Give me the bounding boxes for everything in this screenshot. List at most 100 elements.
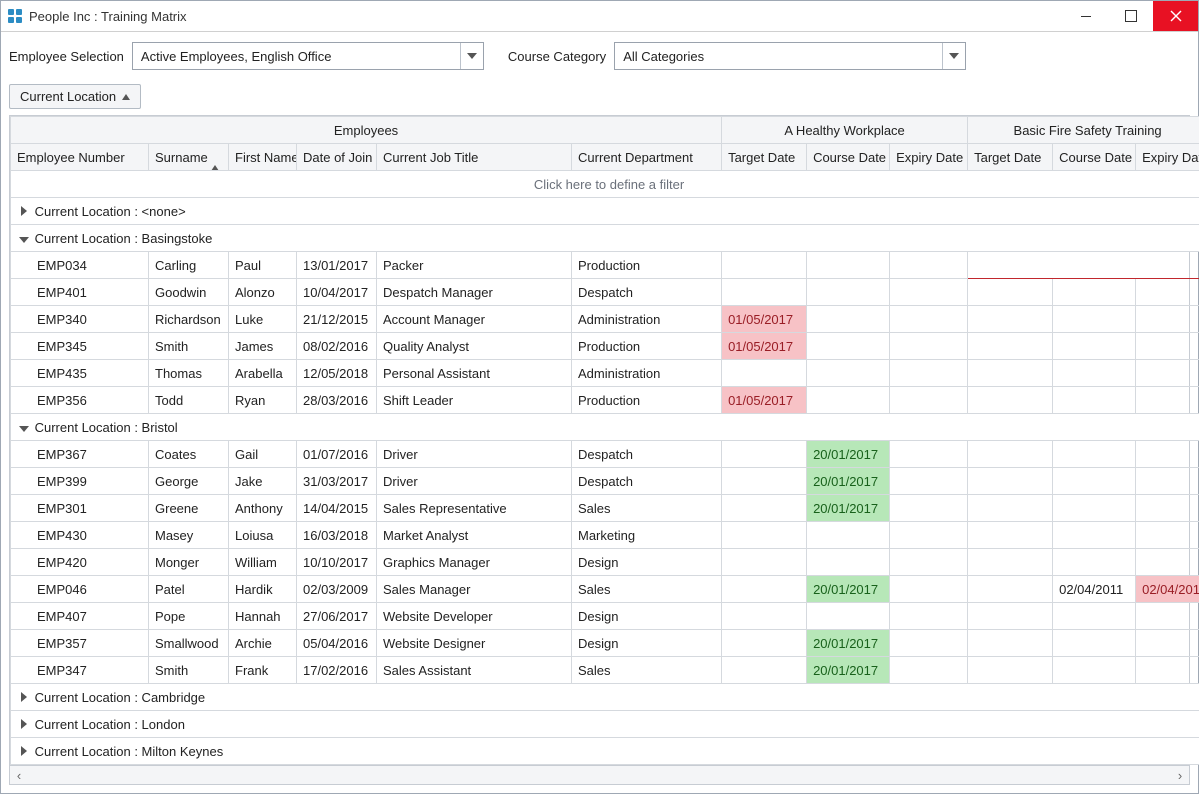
cell-expiry1[interactable] xyxy=(890,630,968,657)
cell-doj[interactable]: 14/04/2015 xyxy=(297,495,377,522)
table-row[interactable]: EMP345SmithJames08/02/2016Quality Analys… xyxy=(11,333,1199,360)
cell-firstname[interactable]: Archie xyxy=(229,630,297,657)
cell-doj[interactable]: 10/04/2017 xyxy=(297,279,377,306)
cell-firstname[interactable]: Anthony xyxy=(229,495,297,522)
cell-course1[interactable] xyxy=(807,306,890,333)
training-matrix-grid[interactable]: Employees A Healthy Workplace Basic Fire… xyxy=(9,115,1190,785)
cell-course1[interactable]: 20/01/2017 xyxy=(807,441,890,468)
col-first[interactable]: First Name xyxy=(229,144,297,171)
cell-course1[interactable] xyxy=(807,387,890,414)
cell-dept[interactable]: Administration xyxy=(572,306,722,333)
cell-firstname[interactable]: Jake xyxy=(229,468,297,495)
cell-expiry1[interactable] xyxy=(890,360,968,387)
cell-target1[interactable] xyxy=(722,522,807,549)
cell-surname[interactable]: Patel xyxy=(149,576,229,603)
cell-expiry1[interactable] xyxy=(890,603,968,630)
cell-surname[interactable]: Smith xyxy=(149,333,229,360)
cell-emp-no[interactable]: EMP357 xyxy=(11,630,149,657)
cell-doj[interactable]: 17/02/2016 xyxy=(297,657,377,684)
col-target2[interactable]: Target Date xyxy=(968,144,1053,171)
cell-expiry1[interactable] xyxy=(890,549,968,576)
cell-target2[interactable] xyxy=(968,360,1053,387)
cell-course2[interactable] xyxy=(1053,468,1136,495)
cell-expiry2[interactable] xyxy=(1136,549,1199,576)
cell-emp-no[interactable]: EMP356 xyxy=(11,387,149,414)
cell-doj[interactable]: 13/01/2017 xyxy=(297,252,377,279)
cell-surname[interactable]: George xyxy=(149,468,229,495)
scroll-right-icon[interactable]: › xyxy=(1171,766,1189,784)
cell-target1[interactable] xyxy=(722,576,807,603)
cell-course2[interactable] xyxy=(1053,630,1136,657)
cell-firstname[interactable]: Hannah xyxy=(229,603,297,630)
cell-expiry2[interactable] xyxy=(1136,306,1199,333)
cell-doj[interactable]: 16/03/2018 xyxy=(297,522,377,549)
cell-target2[interactable] xyxy=(968,657,1053,684)
cell-course1[interactable] xyxy=(807,522,890,549)
cell-dept[interactable]: Production xyxy=(572,387,722,414)
cell-course1[interactable] xyxy=(807,279,890,306)
collapse-icon[interactable] xyxy=(17,231,31,246)
group-row[interactable]: Current Location : <none> xyxy=(11,198,1199,225)
table-row[interactable]: EMP301GreeneAnthony14/04/2015Sales Repre… xyxy=(11,495,1199,522)
cell-expiry2[interactable] xyxy=(1136,495,1199,522)
cell-course2[interactable] xyxy=(1053,522,1136,549)
cell-surname[interactable]: Coates xyxy=(149,441,229,468)
cell-doj[interactable]: 05/04/2016 xyxy=(297,630,377,657)
cell-expiry2[interactable] xyxy=(1136,522,1199,549)
cell-course2[interactable] xyxy=(1053,306,1136,333)
cell-emp-no[interactable]: EMP034 xyxy=(11,252,149,279)
horizontal-scrollbar[interactable]: ‹ › xyxy=(10,765,1189,784)
cell-course1[interactable] xyxy=(807,603,890,630)
cell-target2[interactable] xyxy=(968,549,1053,576)
cell-doj[interactable]: 28/03/2016 xyxy=(297,387,377,414)
minimize-button[interactable] xyxy=(1063,1,1108,31)
cell-target2[interactable] xyxy=(968,576,1053,603)
col-dept[interactable]: Current Department xyxy=(572,144,722,171)
cell-dept[interactable]: Despatch xyxy=(572,441,722,468)
cell-dept[interactable]: Sales xyxy=(572,657,722,684)
cell-emp-no[interactable]: EMP301 xyxy=(11,495,149,522)
cell-expiry1[interactable] xyxy=(890,522,968,549)
cell-job[interactable]: Packer xyxy=(377,252,572,279)
chevron-down-icon[interactable] xyxy=(460,43,483,69)
filter-row[interactable]: Click here to define a filter xyxy=(11,171,1199,198)
cell-dept[interactable]: Design xyxy=(572,603,722,630)
cell-job[interactable]: Despatch Manager xyxy=(377,279,572,306)
cell-job[interactable]: Sales Manager xyxy=(377,576,572,603)
cell-course2[interactable] xyxy=(1053,333,1136,360)
cell-surname[interactable]: Thomas xyxy=(149,360,229,387)
chevron-down-icon[interactable] xyxy=(942,43,965,69)
cell-target2[interactable] xyxy=(968,522,1053,549)
cell-emp-no[interactable]: EMP420 xyxy=(11,549,149,576)
cell-job[interactable]: Website Developer xyxy=(377,603,572,630)
cell-dept[interactable]: Sales xyxy=(572,576,722,603)
cell-job[interactable]: Personal Assistant xyxy=(377,360,572,387)
cell-dept[interactable]: Production xyxy=(572,252,722,279)
col-expiry2[interactable]: Expiry Date xyxy=(1136,144,1199,171)
cell-firstname[interactable]: Hardik xyxy=(229,576,297,603)
cell-emp-no[interactable]: EMP399 xyxy=(11,468,149,495)
table-row[interactable]: EMP046PatelHardik02/03/2009Sales Manager… xyxy=(11,576,1199,603)
cell-target1[interactable]: 01/05/2017 xyxy=(722,387,807,414)
cell-course2[interactable] xyxy=(1053,657,1136,684)
cell-expiry2[interactable] xyxy=(1136,387,1199,414)
cell-target1[interactable] xyxy=(722,603,807,630)
cell-expiry1[interactable] xyxy=(890,576,968,603)
cell-course2[interactable] xyxy=(1053,279,1136,306)
cell-course1[interactable] xyxy=(807,360,890,387)
cell-target2[interactable] xyxy=(968,387,1053,414)
cell-target2[interactable] xyxy=(968,306,1053,333)
cell-dept[interactable]: Production xyxy=(572,333,722,360)
cell-dept[interactable]: Marketing xyxy=(572,522,722,549)
cell-surname[interactable]: Monger xyxy=(149,549,229,576)
col-doj[interactable]: Date of Join xyxy=(297,144,377,171)
col-surname[interactable]: Surname xyxy=(149,144,229,171)
cell-emp-no[interactable]: EMP435 xyxy=(11,360,149,387)
cell-course1[interactable]: 20/01/2017 xyxy=(807,576,890,603)
cell-firstname[interactable]: James xyxy=(229,333,297,360)
table-row[interactable]: EMP407PopeHannah27/06/2017Website Develo… xyxy=(11,603,1199,630)
cell-surname[interactable]: Greene xyxy=(149,495,229,522)
cell-surname[interactable]: Smallwood xyxy=(149,630,229,657)
cell-dept[interactable]: Design xyxy=(572,549,722,576)
cell-emp-no[interactable]: EMP430 xyxy=(11,522,149,549)
